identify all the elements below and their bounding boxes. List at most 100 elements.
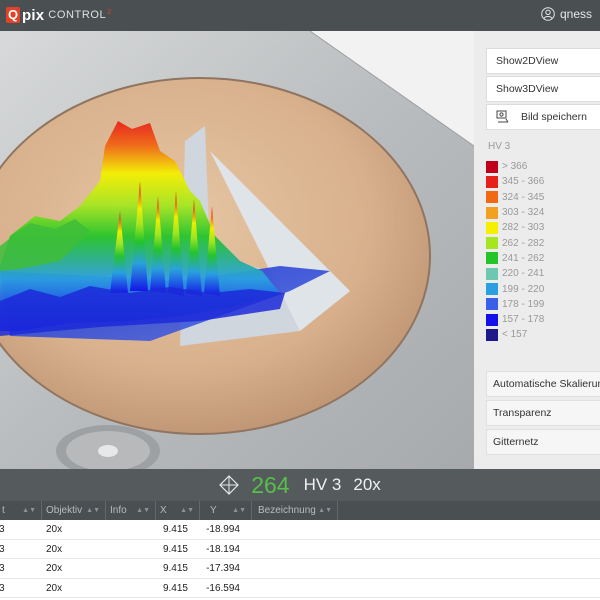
legend-swatch [486, 191, 498, 204]
legend-item: 324 - 345 [486, 190, 544, 205]
table-cell-y: -16.594 [206, 582, 240, 594]
legend-item: 345 - 366 [486, 174, 544, 189]
column-header-label: t [2, 505, 5, 516]
sort-icon: ▲▼ [318, 507, 332, 514]
table-cell-y: -17.394 [206, 563, 240, 574]
transparency-button[interactable]: Transparenz [486, 400, 600, 426]
column-header-x[interactable]: X ▲▼ [156, 501, 200, 520]
legend-item: 303 - 324 [486, 205, 544, 220]
right-panel: Show2DView Show3DView Bild speichern HV … [474, 31, 600, 469]
save-image-label: Bild speichern [521, 111, 587, 123]
sort-icon: ▲▼ [86, 507, 100, 514]
legend-item: 262 - 282 [486, 235, 544, 250]
legend-item: 199 - 220 [486, 281, 544, 296]
sort-icon: ▲▼ [22, 507, 36, 514]
show-3d-view-button[interactable]: Show3DView [486, 76, 600, 102]
table-cell-c0: 3 [0, 524, 5, 535]
column-header-bezeichnung[interactable]: Bezeichnung ▲▼ [252, 501, 338, 520]
table-cell-x: 9.415 [162, 563, 188, 574]
user-menu[interactable]: qness [541, 7, 592, 21]
table-cell-objektiv: 20x [46, 582, 63, 594]
measurement-table: 3 20x 9.415 -18.994 3 20x 9.415 -18.194 3 20x 9.41… [0, 520, 600, 598]
column-header-label: Objektiv [46, 505, 83, 516]
specimen-3d-render [0, 31, 474, 469]
legend-item: 282 - 303 [486, 220, 544, 235]
column-header-objektiv[interactable]: Objektiv ▲▼ [42, 501, 106, 520]
logo-q-mark: Q [6, 7, 20, 23]
column-header-info[interactable]: Info ▲▼ [106, 501, 156, 520]
logo-control-text: CONTROL [48, 9, 107, 21]
sort-icon: ▲▼ [136, 507, 150, 514]
column-header-y[interactable]: Y ▲▼ [200, 501, 252, 520]
legend-label: 324 - 345 [502, 191, 545, 203]
app-logo: Q pix CONTROL 2 [6, 6, 111, 24]
legend-swatch [486, 221, 498, 234]
column-header-label: Y [210, 505, 217, 516]
user-icon [541, 7, 555, 21]
table-cell-c0: 3 [0, 543, 5, 555]
legend-swatch [486, 206, 498, 219]
table-cell-objektiv: 20x [46, 563, 63, 574]
column-header-label: Bezeichnung [258, 505, 316, 516]
legend-label: 345 - 366 [502, 176, 545, 188]
hardness-method: HV 3 [303, 475, 342, 494]
legend-label: < 157 [502, 329, 528, 341]
legend-label: 262 - 282 [502, 237, 545, 249]
table-cell-c0: 3 [0, 563, 5, 574]
legend-label: 241 - 262 [502, 252, 545, 264]
logo-pix-text: pix [22, 6, 45, 24]
legend-swatch [486, 267, 498, 280]
table-row[interactable]: 3 20x 9.415 -16.594 [0, 578, 600, 598]
legend-swatch [486, 328, 498, 341]
legend-swatch [486, 313, 498, 326]
save-image-button[interactable]: Bild speichern [486, 104, 600, 130]
legend-item: > 366 [486, 159, 544, 174]
user-name: qness [559, 7, 592, 21]
legend-item: 220 - 241 [486, 266, 544, 281]
table-cell-objektiv: 20x [46, 543, 63, 555]
legend-label: 303 - 324 [502, 207, 545, 219]
legend-item: 241 - 262 [486, 251, 544, 266]
indent-target-icon[interactable] [219, 475, 240, 495]
legend-label: 178 - 199 [502, 298, 545, 310]
table-row[interactable]: 3 20x 9.415 -18.994 [0, 520, 600, 540]
legend-item: < 157 [486, 327, 544, 342]
table-cell-y: -18.994 [206, 524, 240, 535]
table-cell-c0: 3 [0, 582, 5, 594]
3d-view-canvas[interactable] [0, 31, 474, 469]
sort-icon: ▲▼ [232, 507, 246, 514]
auto-scale-button[interactable]: Automatische Skalierung [486, 371, 600, 397]
table-cell-objektiv: 20x [46, 524, 63, 535]
legend-item: 157 - 178 [486, 312, 544, 327]
legend-label: 157 - 178 [502, 314, 545, 326]
logo-version-mark: 2 [107, 9, 112, 16]
column-header-t[interactable]: t ▲▼ [0, 501, 42, 520]
table-cell-y: -18.194 [206, 543, 240, 555]
show-2d-view-button[interactable]: Show2DView [486, 48, 600, 74]
legend-title: HV 3 [488, 141, 511, 152]
objective-value: 20x [353, 475, 381, 494]
grid-button[interactable]: Gitternetz [486, 429, 600, 455]
top-bar: Q pix CONTROL 2 qness [0, 0, 600, 31]
column-header-label: Info [110, 505, 127, 516]
measurement-status-bar: 264 HV 3 20x [0, 469, 600, 501]
legend-item: 178 - 199 [486, 297, 544, 312]
hardness-value: 264 [251, 471, 290, 498]
legend-swatch [486, 283, 498, 296]
legend-swatch [486, 175, 498, 188]
legend-label: 282 - 303 [502, 222, 545, 234]
legend-label: 199 - 220 [502, 283, 545, 295]
sort-icon: ▲▼ [180, 507, 194, 514]
table-row[interactable]: 3 20x 9.415 -18.194 [0, 539, 600, 559]
legend-label: > 366 [502, 161, 528, 173]
legend-swatch [486, 252, 498, 265]
table-header: t ▲▼ Objektiv ▲▼ Info ▲▼ X ▲▼ Y ▲▼ Bezei… [0, 501, 600, 520]
save-image-icon [496, 110, 509, 123]
legend-swatch [486, 298, 498, 311]
legend-label: 220 - 241 [502, 268, 545, 280]
table-cell-x: 9.415 [162, 543, 188, 555]
legend-swatch [486, 237, 498, 250]
table-row[interactable]: 3 20x 9.415 -17.394 [0, 559, 600, 579]
hardness-legend: > 366 345 - 366 324 - 345 303 - 324 282 - 30… [486, 159, 544, 343]
legend-swatch [486, 160, 498, 173]
